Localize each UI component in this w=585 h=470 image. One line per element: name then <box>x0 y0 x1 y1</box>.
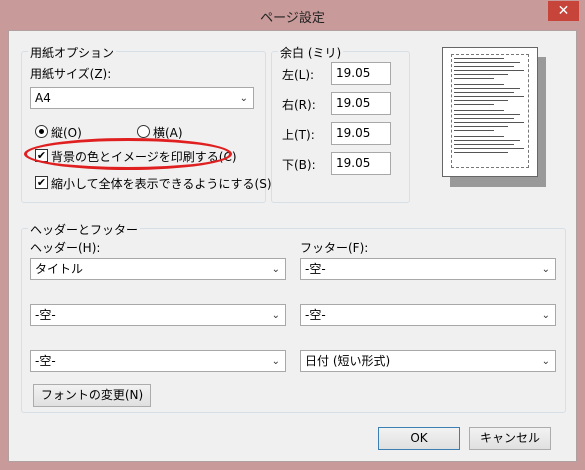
chevron-down-icon: ⌄ <box>271 264 280 275</box>
header-select-1-value: タイトル <box>35 262 84 276</box>
margin-right-label: 右(R): <box>282 98 316 112</box>
footer-select-2-value: -空- <box>305 308 326 322</box>
preview-line <box>454 148 524 149</box>
header-select-1[interactable]: タイトル ⌄ <box>30 258 286 280</box>
preview-line <box>454 130 494 131</box>
header-footer-label: ヘッダーとフッター <box>28 221 141 238</box>
header-select-2-value: -空- <box>35 308 56 322</box>
chevron-down-icon: ⌄ <box>271 310 280 321</box>
cancel-button[interactable]: キャンセル <box>469 427 551 450</box>
margin-bottom-label: 下(B): <box>282 158 316 172</box>
header-select-3-value: -空- <box>35 354 56 368</box>
radio-dot <box>39 129 44 134</box>
header-label: ヘッダー(H): <box>30 241 101 255</box>
preview-line <box>454 144 514 145</box>
portrait-label: 縦(O) <box>51 126 82 140</box>
paper-size-label: 用紙サイズ(Z): <box>30 67 112 81</box>
title-bar: ページ設定 ✕ <box>0 0 585 30</box>
preview-line <box>454 118 514 119</box>
highlight-ellipse <box>24 138 232 170</box>
footer-select-2[interactable]: -空- ⌄ <box>300 304 556 326</box>
preview-line <box>454 104 494 105</box>
preview-line <box>454 92 514 93</box>
landscape-radio[interactable] <box>137 125 150 138</box>
preview-line <box>454 136 504 137</box>
margin-right-input[interactable]: 19.05 <box>331 92 391 115</box>
preview-line <box>454 122 524 123</box>
preview-line <box>454 114 520 115</box>
chevron-down-icon: ⌄ <box>271 356 280 367</box>
preview-line <box>454 74 508 75</box>
footer-select-3-value: 日付 (短い形式) <box>305 354 391 368</box>
ok-button[interactable]: OK <box>378 427 460 450</box>
margin-top-label: 上(T): <box>282 128 315 142</box>
shrink-to-fit-label: 縮小して全体を表示できるようにする(S) <box>51 177 272 191</box>
check-icon: ✔ <box>36 176 47 189</box>
preview-line <box>454 70 524 71</box>
preview-line <box>454 152 508 153</box>
close-button[interactable]: ✕ <box>548 1 579 21</box>
margin-bottom-input[interactable]: 19.05 <box>331 152 391 175</box>
margin-top-input[interactable]: 19.05 <box>331 122 391 145</box>
paper-size-value: A4 <box>35 91 51 105</box>
paper-options-label: 用紙オプション <box>28 44 117 61</box>
page-setup-dialog: ページ設定 ✕ 用紙オプション 用紙サイズ(Z): A4 ⌄ 縦(O) 横(A)… <box>0 0 585 470</box>
change-font-button[interactable]: フォントの変更(N) <box>33 384 151 407</box>
portrait-radio[interactable] <box>35 125 48 138</box>
chevron-down-icon: ⌄ <box>541 264 550 275</box>
preview-line <box>454 66 514 67</box>
preview-margin-box <box>451 54 529 168</box>
footer-label: フッター(F): <box>300 241 369 255</box>
paper-size-select[interactable]: A4 ⌄ <box>30 87 254 109</box>
margin-left-label: 左(L): <box>282 68 315 82</box>
page-preview <box>442 47 538 177</box>
header-select-2[interactable]: -空- ⌄ <box>30 304 286 326</box>
chevron-down-icon: ⌄ <box>541 310 550 321</box>
preview-line <box>454 78 494 79</box>
preview-line <box>454 100 508 101</box>
preview-line <box>454 62 520 63</box>
window-title: ページ設定 <box>260 11 325 26</box>
footer-select-1-value: -空- <box>305 262 326 276</box>
chevron-down-icon: ⌄ <box>541 356 550 367</box>
dialog-body: 用紙オプション 用紙サイズ(Z): A4 ⌄ 縦(O) 横(A) ✔ 背景の色と… <box>8 30 577 462</box>
header-select-3[interactable]: -空- ⌄ <box>30 350 286 372</box>
chevron-down-icon: ⌄ <box>239 93 248 104</box>
preview-line <box>454 140 520 141</box>
preview-line <box>454 126 508 127</box>
footer-select-1[interactable]: -空- ⌄ <box>300 258 556 280</box>
preview-line <box>454 110 504 111</box>
preview-line <box>454 88 520 89</box>
margin-left-input[interactable]: 19.05 <box>331 62 391 85</box>
shrink-to-fit-checkbox[interactable]: ✔ <box>35 176 48 189</box>
preview-line <box>454 84 504 85</box>
preview-line <box>454 96 524 97</box>
preview-line <box>454 58 504 59</box>
footer-select-3[interactable]: 日付 (短い形式) ⌄ <box>300 350 556 372</box>
margins-label: 余白 (ミリ) <box>278 44 344 61</box>
